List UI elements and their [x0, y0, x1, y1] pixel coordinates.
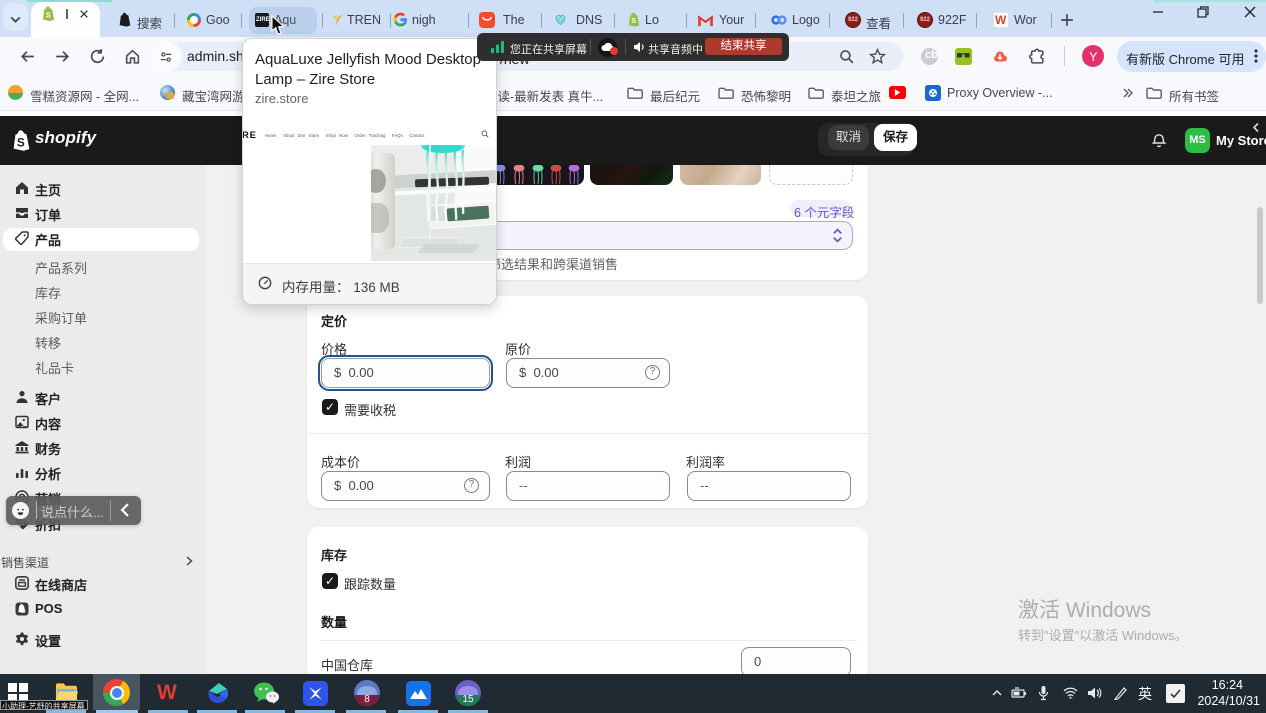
svg-text:S: S — [631, 17, 636, 25]
svg-text:S: S — [46, 10, 51, 19]
svg-text:S: S — [17, 135, 25, 149]
